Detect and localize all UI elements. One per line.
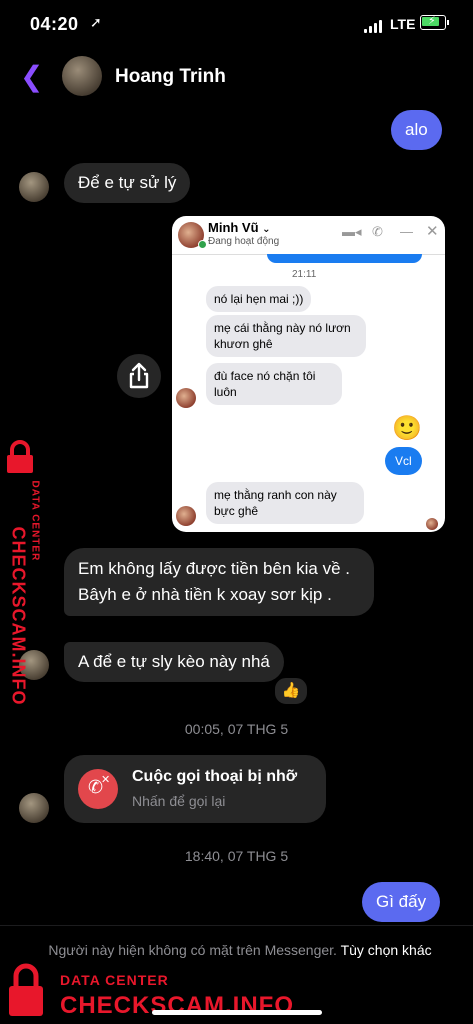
online-dot [198, 240, 207, 249]
chevron-left-icon[interactable]: ❮ [20, 60, 43, 93]
divider [0, 925, 473, 926]
watermark-label: DATA CENTER [60, 972, 169, 988]
timestamp: 00:05, 07 THG 5 [184, 721, 289, 737]
phone-icon: ✆ [372, 224, 383, 239]
more-options-link[interactable]: Tùy chọn khác [341, 942, 432, 958]
screenshot-outgoing-bubble-partial [267, 254, 422, 263]
screenshot-sender-avatar [176, 506, 196, 526]
missed-call-subtitle: Nhấn để gọi lại [132, 793, 226, 809]
lock-icon [9, 963, 43, 1016]
minimize-icon: — [400, 224, 413, 239]
screenshot-message: đù face nó chặn tôi luôn [206, 363, 342, 405]
screenshot-timestamp: 21:11 [292, 269, 317, 280]
screenshot-message: mẹ thằng ranh con này bực ghê [206, 482, 364, 524]
network-label: LTE [390, 16, 416, 32]
unavailable-notice: Người này hiện không có mặt trên Messeng… [48, 942, 432, 958]
message-outgoing[interactable]: alo [391, 110, 442, 150]
close-icon: ✕ [426, 223, 439, 240]
screenshot-contact-status: Đang hoạt động [208, 236, 280, 247]
missed-call-card[interactable]: ✆ ✕ Cuộc gọi thoại bị nhỡ Nhấn để gọi lại [64, 755, 326, 823]
message-incoming[interactable]: Để e tự sử lý [64, 163, 191, 203]
screenshot-sender-avatar [176, 388, 196, 408]
watermark-label: DATA CENTER [29, 480, 41, 562]
home-indicator[interactable] [152, 1010, 322, 1015]
contact-name[interactable]: Hoang Trinh [115, 66, 226, 88]
screenshot-outgoing-message: Vcl [385, 447, 422, 475]
message-incoming[interactable]: A để e tự sly kèo này nhá [64, 642, 284, 682]
screenshot-contact-name: Minh Vũ ⌄ [208, 220, 271, 235]
thumbs-up-reaction[interactable]: 👍 [273, 676, 309, 706]
share-button[interactable] [117, 354, 161, 398]
status-time: 04:20 [30, 14, 79, 34]
message-outgoing[interactable]: Gì đấy [362, 882, 441, 922]
sender-avatar[interactable] [19, 793, 49, 823]
lock-icon [7, 440, 33, 473]
contact-avatar[interactable] [62, 56, 102, 96]
share-icon [129, 362, 149, 389]
status-bar: 04:20 ➚ LTE ⚡ [0, 0, 473, 50]
seen-avatar [426, 518, 438, 530]
screenshot-message: mẹ cái thằng này nó lươn khươn ghê [206, 315, 366, 357]
watermark-brand: CHECKSCAM.INFO [60, 992, 294, 1019]
screenshot-message: nó lại hẹn mai ;)) [206, 286, 312, 312]
signal-icon [364, 19, 384, 33]
message-incoming[interactable]: Em không lấy được tiền bên kia về . Bâyh… [64, 548, 374, 616]
video-call-icon: ▬◂ [342, 224, 362, 239]
battery-icon: ⚡ [420, 15, 449, 30]
missed-call-icon: ✆ ✕ [78, 769, 118, 809]
sender-avatar[interactable] [19, 172, 49, 202]
missed-call-title: Cuộc gọi thoại bị nhỡ [132, 768, 298, 785]
timestamp: 18:40, 07 THG 5 [184, 848, 289, 864]
emoji-smile: 🙂 [392, 415, 422, 442]
location-arrow-icon: ➚ [90, 14, 102, 30]
shared-screenshot-image[interactable]: Minh Vũ ⌄ Đang hoạt động ▬◂ ✆ — ✕ 21:11 … [172, 216, 445, 532]
watermark-brand: CHECKSCAM.INFO [8, 526, 29, 706]
